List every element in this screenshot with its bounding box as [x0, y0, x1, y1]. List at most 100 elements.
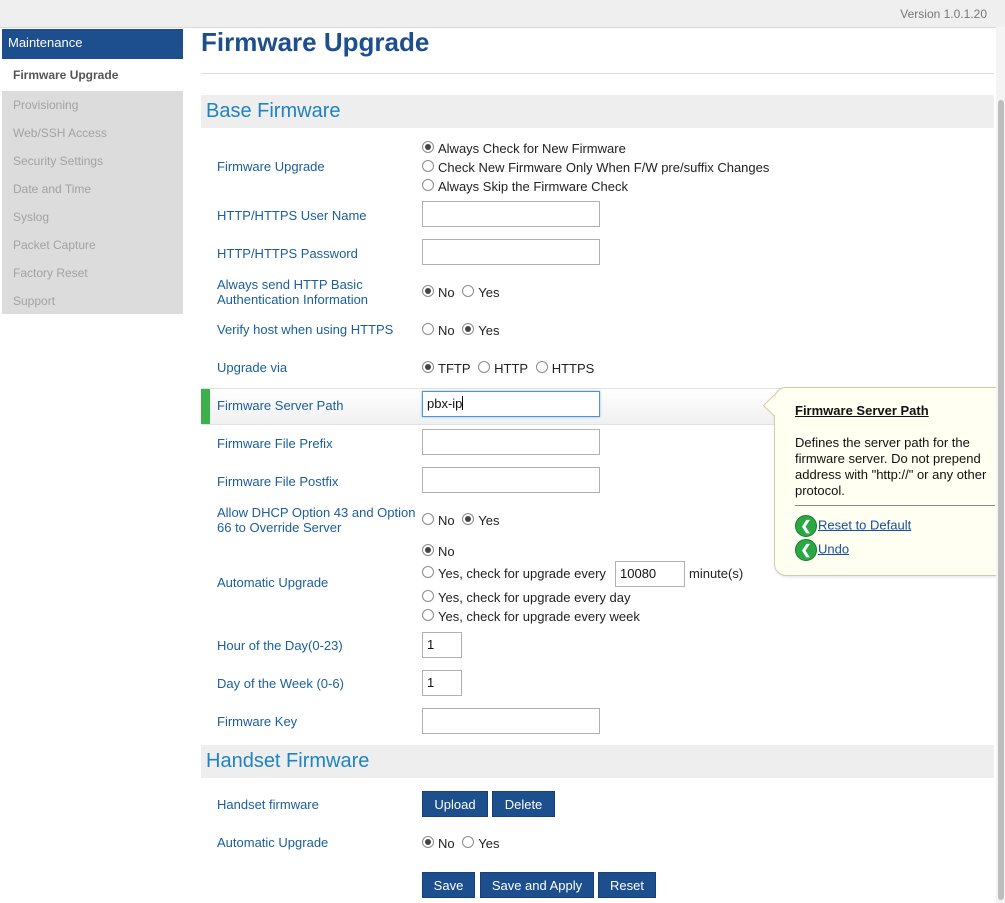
radio-upgrade-https[interactable]: [535, 361, 548, 373]
radio-dhcp-yes-label: Yes: [478, 513, 500, 528]
hour-label: Hour of the Day(0-23): [217, 638, 343, 653]
radio-verify-host-no[interactable]: [422, 323, 434, 335]
radio-upgrade-tftp[interactable]: [422, 361, 434, 373]
radio-upgrade-http-label: HTTP: [494, 361, 529, 376]
radio-dhcp-yes[interactable]: [462, 513, 475, 525]
radio-auto-every-week-label: Yes, check for upgrade every week: [438, 609, 640, 624]
upgrade-via-label: Upgrade via: [217, 360, 288, 375]
server-path-value: pbx-ip: [427, 396, 463, 411]
radio-handset-auto-no[interactable]: [422, 836, 434, 848]
handset-firmware-heading: Handset Firmware: [201, 745, 994, 778]
tooltip-description: Defines the server path for the firmware…: [795, 435, 987, 498]
radio-handset-auto-yes[interactable]: [462, 836, 475, 848]
tooltip-divider: [795, 505, 995, 506]
title-divider: [201, 73, 994, 74]
sidebar-item-security-settings[interactable]: Security Settings: [2, 147, 183, 175]
password-input[interactable]: [422, 239, 600, 265]
verify-host-options: No Yes: [422, 323, 503, 338]
radio-verify-host-yes[interactable]: [462, 323, 475, 335]
minutes-unit-label: minute(s): [689, 566, 744, 581]
radio-handset-auto-no-label: No: [438, 836, 455, 851]
radio-check-prefix-change[interactable]: [422, 160, 434, 172]
firmware-upgrade-label: Firmware Upgrade: [217, 159, 325, 174]
sidebar-item-packet-capture[interactable]: Packet Capture: [2, 231, 183, 259]
upgrade-minutes-input[interactable]: 10080: [615, 561, 685, 587]
radio-verify-host-no-label: No: [438, 323, 455, 338]
sidebar-item-syslog[interactable]: Syslog: [2, 203, 183, 231]
sidebar-item-web-ssh-access[interactable]: Web/SSH Access: [2, 119, 183, 147]
delete-button[interactable]: Delete: [492, 791, 555, 817]
basic-auth-options: No Yes: [422, 285, 503, 300]
radio-auto-every-day-label: Yes, check for upgrade every day: [438, 590, 631, 605]
sidebar-item-firmware-upgrade[interactable]: Firmware Upgrade: [2, 59, 183, 91]
radio-auto-no-label: No: [438, 544, 455, 559]
password-label: HTTP/HTTPS Password: [217, 246, 358, 261]
file-prefix-label: Firmware File Prefix: [217, 436, 333, 451]
main-content: Firmware Upgrade Base Firmware Firmware …: [201, 27, 994, 898]
radio-verify-host-yes-label: Yes: [478, 323, 500, 338]
server-path-label: Firmware Server Path: [217, 398, 344, 413]
undo-label: Undo: [818, 541, 850, 557]
username-label: HTTP/HTTPS User Name: [217, 208, 367, 223]
firmware-upgrade-options: Always Check for New Firmware Check New …: [422, 141, 769, 198]
top-bar: Version 1.0.1.20: [0, 0, 1005, 28]
server-path-input[interactable]: pbx-ip: [422, 391, 600, 417]
undo-arrow-icon: ❮: [795, 539, 817, 561]
sidebar-item-date-time[interactable]: Date and Time: [2, 175, 183, 203]
help-tooltip: Firmware Server Path Defines the server …: [762, 387, 1005, 576]
basic-auth-label: Always send HTTP Basic Authentication In…: [217, 277, 369, 307]
radio-basic-auth-yes[interactable]: [462, 285, 475, 297]
sidebar-item-factory-reset[interactable]: Factory Reset: [2, 259, 183, 287]
dhcp-override-label: Allow DHCP Option 43 and Option 66 to Ov…: [217, 505, 416, 535]
base-firmware-heading: Base Firmware: [201, 95, 994, 128]
radio-upgrade-https-label: HTTPS: [551, 361, 595, 376]
radio-handset-auto-yes-label: Yes: [478, 836, 500, 851]
dhcp-override-options: No Yes: [422, 513, 503, 528]
sidebar: Maintenance Firmware Upgrade Provisionin…: [2, 29, 183, 314]
radio-dhcp-no-label: No: [438, 513, 455, 528]
day-input[interactable]: 1: [422, 670, 462, 696]
scrollbar-thumb[interactable]: [998, 100, 1004, 900]
verify-host-label: Verify host when using HTTPS: [217, 322, 394, 337]
sidebar-header[interactable]: Maintenance: [2, 29, 183, 59]
radio-upgrade-http[interactable]: [478, 361, 491, 373]
scrollbar[interactable]: [996, 27, 1005, 903]
radio-auto-every-day[interactable]: [422, 590, 434, 602]
radio-check-prefix-change-label: Check New Firmware Only When F/W pre/suf…: [438, 160, 770, 175]
save-button[interactable]: Save: [422, 872, 475, 898]
save-apply-button[interactable]: Save and Apply: [480, 872, 594, 898]
sidebar-item-provisioning[interactable]: Provisioning: [2, 91, 183, 119]
undo-link[interactable]: ❮ Undo: [795, 539, 849, 561]
handset-auto-upgrade-options: No Yes: [422, 836, 503, 851]
upload-button[interactable]: Upload: [422, 791, 488, 817]
radio-basic-auth-yes-label: Yes: [478, 285, 500, 300]
reset-to-default-link[interactable]: ❮ Reset to Default: [795, 515, 911, 537]
radio-auto-every-week[interactable]: [422, 609, 434, 621]
tooltip-title: Firmware Server Path: [795, 403, 929, 418]
radio-auto-no[interactable]: [422, 544, 434, 556]
file-prefix-input[interactable]: [422, 429, 600, 455]
handset-auto-upgrade-label: Automatic Upgrade: [217, 835, 329, 850]
handset-firmware-label: Handset firmware: [217, 797, 319, 812]
radio-always-check-label: Always Check for New Firmware: [438, 141, 626, 156]
radio-basic-auth-no[interactable]: [422, 285, 434, 297]
firmware-key-label: Firmware Key: [217, 714, 298, 729]
active-row-indicator: [201, 389, 210, 424]
firmware-key-input[interactable]: [422, 708, 600, 734]
radio-upgrade-tftp-label: TFTP: [438, 361, 471, 376]
day-label: Day of the Week (0-6): [217, 676, 344, 691]
sidebar-item-support[interactable]: Support: [2, 287, 183, 315]
radio-always-skip[interactable]: [422, 179, 434, 191]
page-title: Firmware Upgrade: [201, 27, 430, 57]
text-caret: [462, 396, 464, 410]
file-postfix-label: Firmware File Postfix: [217, 474, 339, 489]
radio-always-check[interactable]: [422, 141, 434, 153]
reset-button[interactable]: Reset: [598, 872, 656, 898]
radio-auto-every-minutes-label: Yes, check for upgrade every: [438, 566, 606, 581]
username-input[interactable]: [422, 201, 600, 227]
hour-input[interactable]: 1: [422, 632, 462, 658]
radio-basic-auth-no-label: No: [438, 285, 455, 300]
radio-auto-every-minutes[interactable]: [422, 566, 434, 578]
file-postfix-input[interactable]: [422, 467, 600, 493]
radio-dhcp-no[interactable]: [422, 513, 434, 525]
